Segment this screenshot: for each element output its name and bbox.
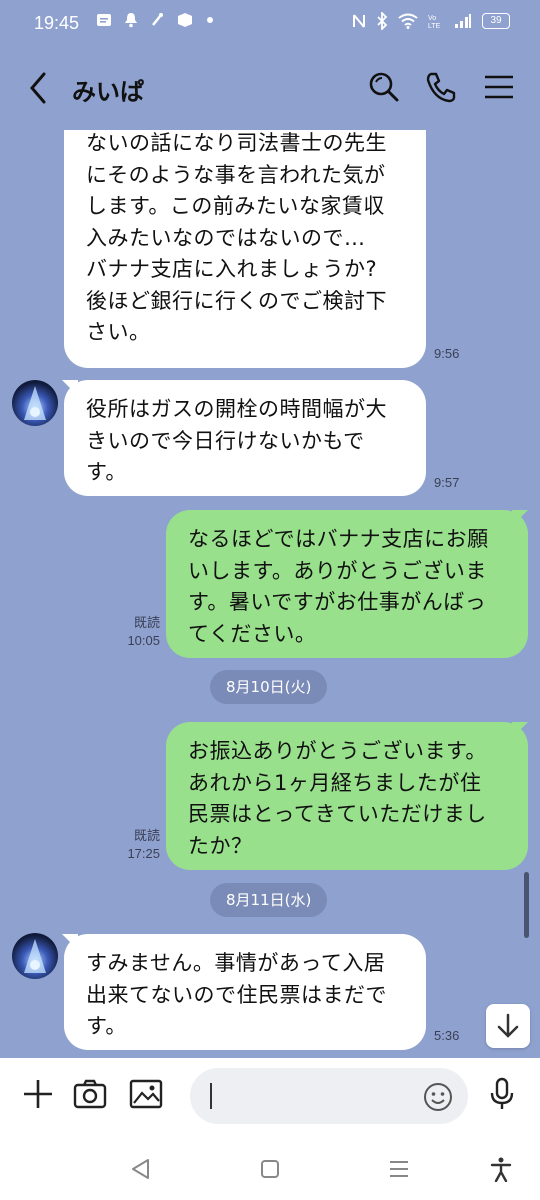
avatar[interactable] (12, 933, 58, 979)
message-time: 10:05 (127, 633, 160, 648)
message-time: 17:25 (127, 846, 160, 861)
status-time: 19:45 (34, 13, 80, 33)
message-time: 5:36 (434, 1028, 460, 1043)
message-bubble-received[interactable]: ないの話になり司法書士の先生 にそのような事を言われた気が します。この前みたい… (64, 130, 426, 368)
dot-icon (207, 17, 213, 23)
search-icon[interactable] (367, 70, 401, 104)
app-icon (178, 13, 192, 27)
message-bubble-sent[interactable]: なるほどではバナナ支店にお願 いします。ありがとうございま す。暑いですがお仕事… (166, 510, 528, 658)
nav-home-icon[interactable] (257, 1156, 283, 1182)
message-bubble-received[interactable]: すみません。事情があって入居 出来てないので住民票はまだで す。 (64, 934, 426, 1050)
usb-icon (152, 13, 163, 26)
back-icon[interactable] (24, 70, 54, 106)
phone-icon[interactable] (424, 70, 458, 104)
microphone-icon[interactable] (484, 1076, 520, 1112)
scroll-to-bottom-button[interactable] (486, 1004, 530, 1048)
chat-header: みいぱ (0, 48, 540, 130)
read-receipt: 既読 17:25 (104, 827, 160, 863)
signal-icon (455, 14, 471, 28)
svg-text:LTE: LTE (428, 23, 441, 29)
menu-icon[interactable] (482, 70, 516, 104)
chat-title: みいぱ (72, 78, 144, 106)
message-bubble-received[interactable]: 役所はガスの開栓の時間幅が大 きいので今日行けないかもで す。 (64, 380, 426, 496)
system-nav-bar (0, 1140, 540, 1200)
input-bar (0, 1058, 540, 1140)
plus-icon[interactable] (20, 1076, 56, 1112)
message-icon (97, 14, 111, 26)
avatar[interactable] (12, 380, 58, 426)
text-caret (210, 1083, 212, 1109)
battery-icon: 39 (482, 13, 510, 29)
message-input[interactable] (190, 1068, 468, 1124)
volte-icon: VoLTE (428, 15, 441, 29)
read-label: 既読 (133, 828, 160, 843)
wifi-icon (398, 13, 418, 29)
accessibility-icon[interactable] (488, 1156, 514, 1182)
date-separator: 8月11日(水) (210, 883, 328, 917)
message-time: 9:57 (434, 475, 460, 490)
svg-text:Vo: Vo (428, 15, 436, 22)
message-time: 9:56 (434, 346, 460, 361)
read-label: 既読 (133, 615, 160, 630)
camera-icon[interactable] (72, 1076, 108, 1112)
chat-messages[interactable]: ないの話になり司法書士の先生 にそのような事を言われた気が します。この前みたい… (0, 130, 540, 1058)
nav-back-icon[interactable] (128, 1156, 154, 1182)
status-bar: 19:45 Vo LTE 39 (0, 0, 540, 48)
nav-recents-icon[interactable] (386, 1156, 412, 1182)
bluetooth-icon (377, 12, 388, 30)
bell-icon (125, 13, 137, 28)
scrollbar[interactable] (524, 872, 529, 938)
image-icon[interactable] (128, 1076, 164, 1112)
nfc-icon (353, 14, 365, 28)
message-bubble-sent[interactable]: お振込ありがとうございます。 あれから1ヶ月経ちましたが住 民票はとってきていた… (166, 722, 528, 870)
arrow-down-icon (497, 1013, 519, 1038)
emoji-icon[interactable] (422, 1081, 454, 1113)
read-receipt: 既読 10:05 (104, 614, 160, 650)
date-separator: 8月10日(火) (210, 670, 328, 704)
